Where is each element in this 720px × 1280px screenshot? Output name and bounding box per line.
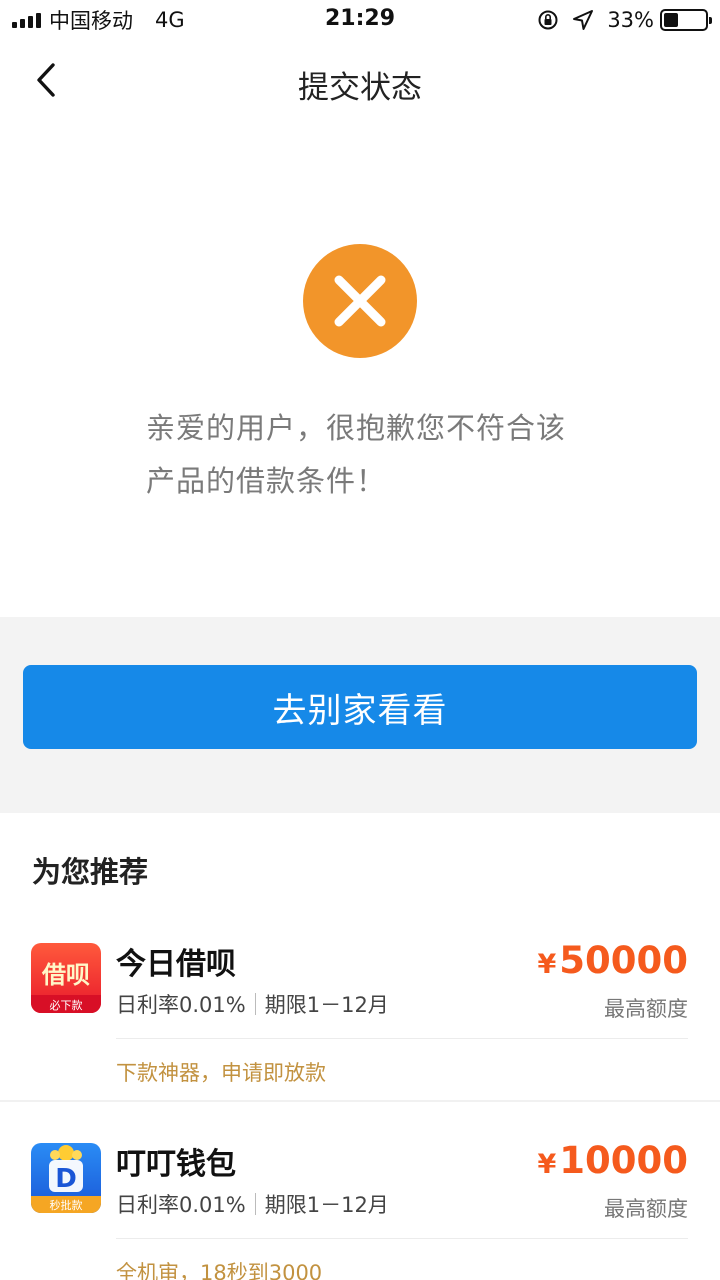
currency-symbol: ¥ [537, 949, 557, 980]
action-area: 去别家看看 [0, 617, 720, 813]
page: 中国移动 4G 21:29 33% 提交状态 亲爱的用户，很抱歉您不符合该 产品… [0, 0, 720, 1280]
meta-separator [254, 993, 256, 1015]
product-tagline: 下款神器，申请即放款 [116, 1061, 326, 1085]
logo-badge: 必下款 [50, 998, 83, 1012]
recommend-title: 为您推荐 [32, 855, 149, 889]
logo-text: 借呗 [41, 961, 90, 989]
product-rate: 日利率0.01% [116, 993, 246, 1017]
product-name: 今日借呗 [116, 947, 236, 982]
result-message-line1: 亲爱的用户，很抱歉您不符合该 [146, 411, 567, 445]
recommend-section: 为您推荐 借呗 必下款 今日借呗 日利率0.01% 期限1－12月 ¥50000… [0, 813, 720, 1280]
product-amount: ¥50000 [537, 939, 688, 982]
amount-label: 最高额度 [604, 997, 688, 1021]
meta-separator [254, 1193, 256, 1215]
location-arrow-icon [573, 10, 594, 30]
product-amount: ¥10000 [537, 1139, 688, 1182]
product-name: 叮叮钱包 [116, 1147, 236, 1182]
product-logo: 借呗 必下款 [31, 943, 101, 1013]
page-title: 提交状态 [298, 70, 422, 106]
product-tagline: 全机审，18秒到3000 [116, 1261, 323, 1280]
amount-value: 10000 [559, 1139, 688, 1182]
product-divider [116, 1238, 688, 1239]
currency-symbol: ¥ [537, 1149, 557, 1180]
result-message: 亲爱的用户，很抱歉您不符合该 产品的借款条件！ [146, 402, 586, 508]
status-bar-right: 33% [537, 7, 712, 33]
product-meta: 日利率0.01% 期限1－12月 [116, 989, 389, 1019]
amount-value: 50000 [559, 939, 688, 982]
nav-bar: 提交状态 [0, 40, 720, 120]
result-message-line2: 产品的借款条件！ [146, 464, 387, 498]
product-term: 期限1－12月 [264, 1193, 389, 1217]
product-divider [116, 1038, 688, 1039]
logo-text: D [55, 1164, 77, 1194]
product-term: 期限1－12月 [264, 993, 389, 1017]
go-elsewhere-button[interactable]: 去别家看看 [23, 665, 697, 749]
product-card-jinri-jiebei[interactable]: 借呗 必下款 今日借呗 日利率0.01% 期限1－12月 ¥50000 最高额度… [0, 899, 720, 1099]
product-meta: 日利率0.01% 期限1－12月 [116, 1189, 389, 1219]
product-rate: 日利率0.01% [116, 1193, 246, 1217]
product-logo: D 秒批款 [31, 1143, 101, 1213]
status-bar: 中国移动 4G 21:29 33% [0, 0, 720, 40]
orientation-lock-icon [538, 10, 558, 30]
logo-badge: 秒批款 [50, 1198, 83, 1212]
amount-label: 最高额度 [604, 1197, 688, 1221]
product-card-dingding-qianbao[interactable]: D 秒批款 叮叮钱包 日利率0.01% 期限1－12月 ¥10000 最高额度 … [0, 1099, 720, 1280]
battery-icon [660, 9, 712, 31]
battery-percent: 33% [607, 8, 654, 32]
close-circle-icon [303, 244, 417, 358]
